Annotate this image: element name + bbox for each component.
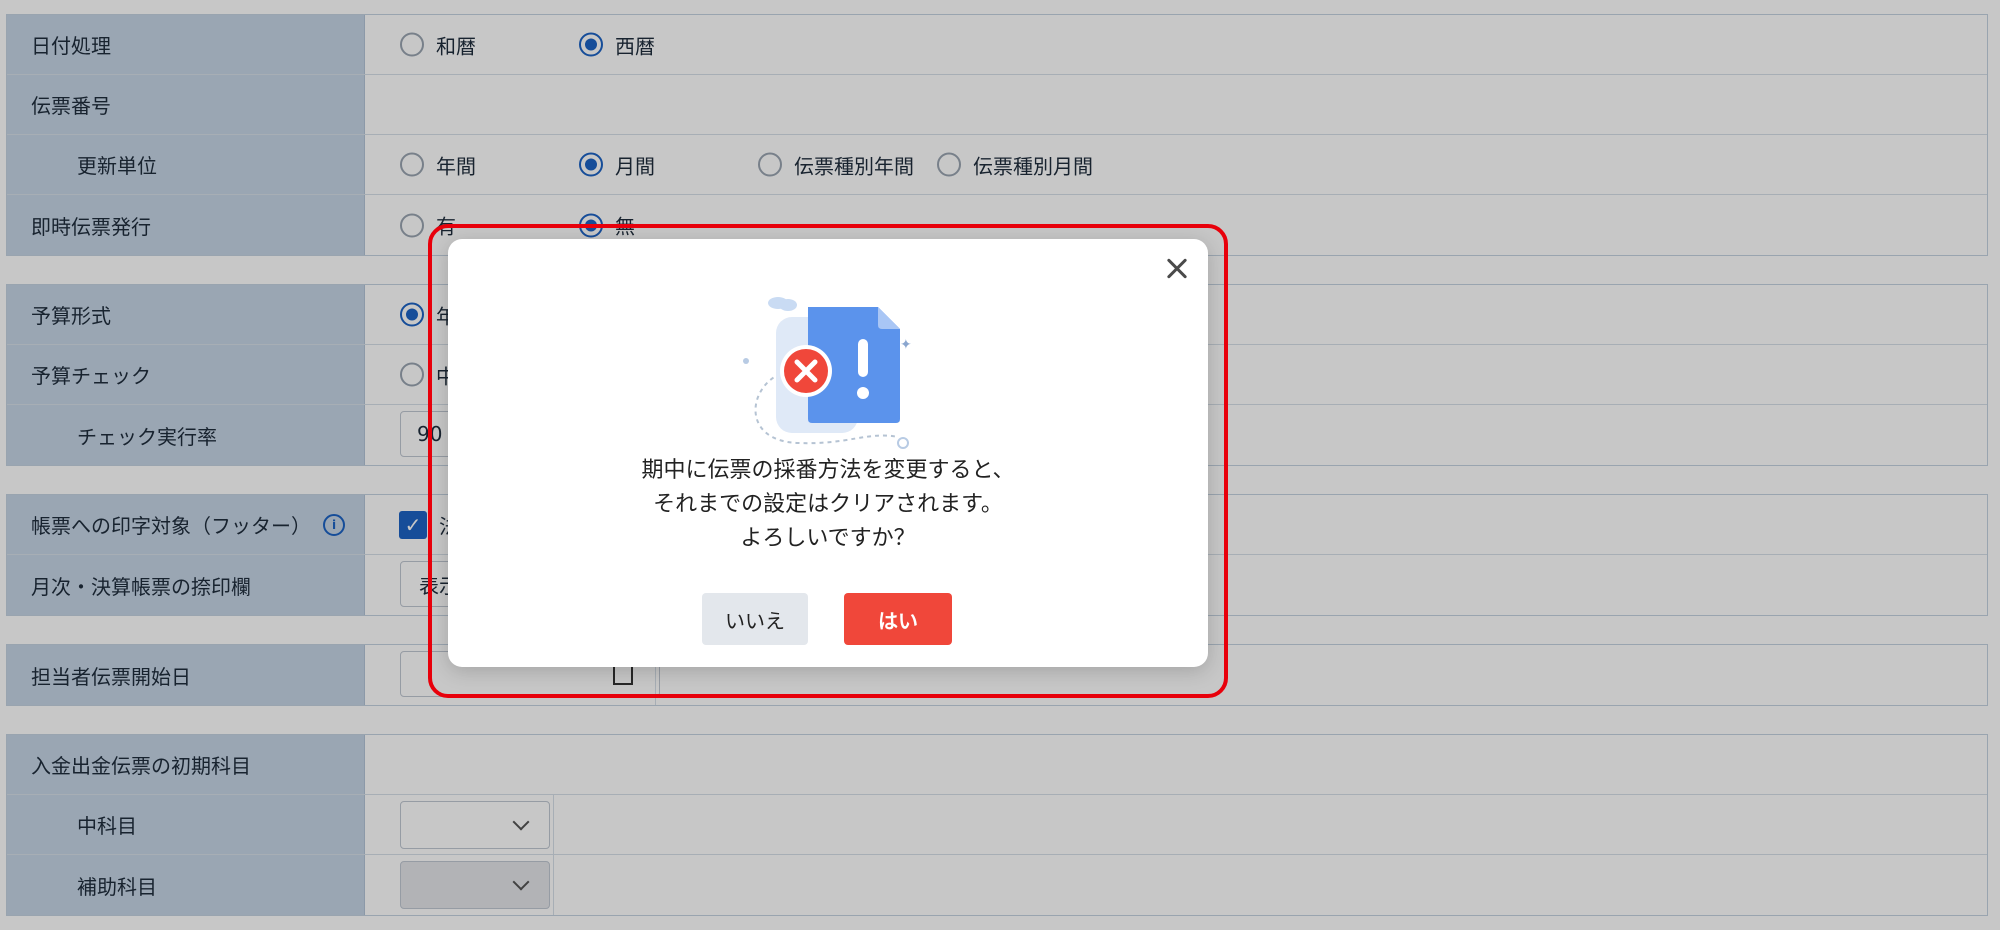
highlight-frame [428, 224, 1228, 698]
